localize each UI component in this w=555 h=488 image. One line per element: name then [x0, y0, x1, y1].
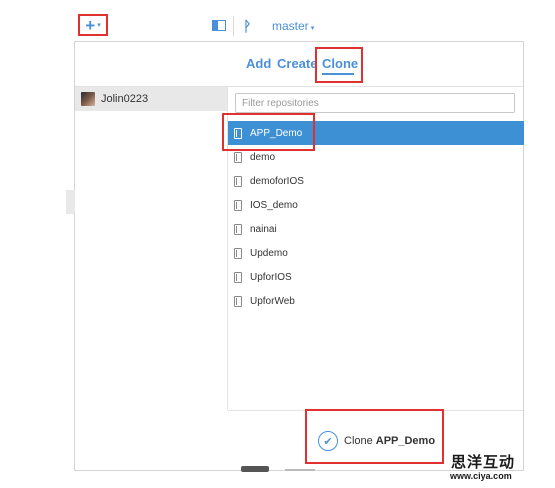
account-name: Jolin0223: [101, 93, 149, 105]
background-fragment: [241, 466, 269, 472]
plus-icon: +: [85, 15, 96, 35]
repository-icon: [234, 175, 242, 187]
repository-icon: [234, 223, 242, 235]
left-edge-fragment: [66, 190, 75, 214]
tab-add[interactable]: Add: [246, 56, 271, 71]
branch-name: master: [272, 19, 309, 33]
repository-icon: [234, 271, 242, 283]
branch-selector[interactable]: master ▾: [272, 19, 314, 33]
repository-name: IOS_demo: [250, 199, 298, 211]
repository-icon: [234, 247, 242, 259]
chevron-down-icon: ▾: [310, 25, 315, 32]
repository-item[interactable]: nainai: [228, 217, 524, 241]
repository-name: Updemo: [250, 247, 288, 259]
avatar: [81, 92, 95, 106]
sidebar-toggle-icon[interactable]: [212, 20, 226, 31]
watermark-url: www.ciya.com: [450, 471, 512, 481]
repository-name: demoforIOS: [250, 175, 304, 187]
highlight-box: [315, 47, 363, 83]
repository-icon: [234, 151, 242, 163]
add-dropdown-button[interactable]: + ▾: [78, 14, 108, 36]
branch-icon: ᚹ: [243, 18, 252, 34]
background-fragment: [285, 469, 315, 471]
repository-item[interactable]: UpforWeb: [228, 289, 524, 313]
repository-icon: [234, 199, 242, 211]
repository-item[interactable]: UpforIOS: [228, 265, 524, 289]
tab-create[interactable]: Create: [277, 56, 317, 71]
highlight-box: [222, 113, 315, 151]
repository-item[interactable]: Updemo: [228, 241, 524, 265]
chevron-down-icon: ▾: [97, 22, 101, 29]
repository-icon: [234, 295, 242, 307]
repository-name: UpforIOS: [250, 271, 292, 283]
repository-name: nainai: [250, 223, 277, 235]
repository-item[interactable]: IOS_demo: [228, 193, 524, 217]
toolbar-divider: [233, 16, 234, 36]
watermark-logo: 思洋互动: [451, 453, 516, 471]
repository-name: UpforWeb: [250, 295, 295, 307]
highlight-box: [305, 409, 444, 464]
repository-name: demo: [250, 151, 276, 163]
repository-item[interactable]: demoforIOS: [228, 169, 524, 193]
filter-repositories-input[interactable]: [235, 93, 515, 113]
account-item[interactable]: Jolin0223: [75, 87, 227, 111]
